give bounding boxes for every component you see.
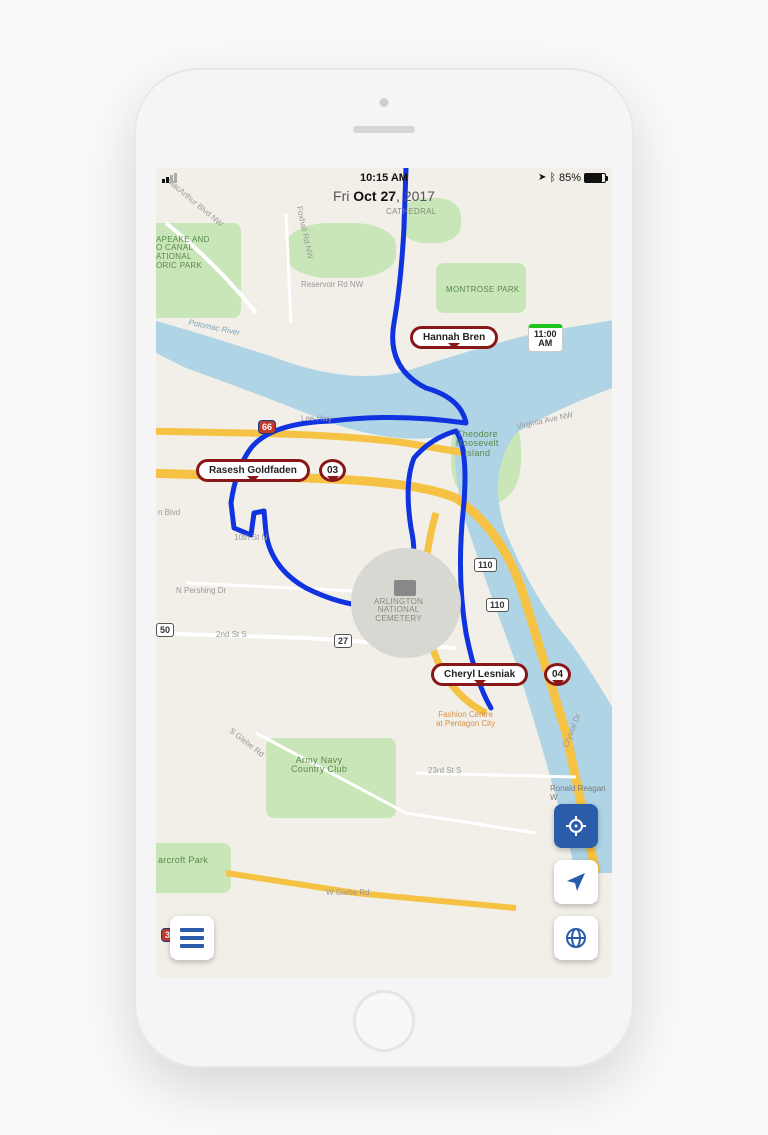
label-cathedral: CATHEDRAL [386, 208, 437, 217]
pin-time-badge[interactable]: 11:00 AM [528, 324, 563, 353]
pin-hannah[interactable]: Hannah Bren [410, 326, 498, 349]
phone-frame: 10:15 AM ➤ ᛒ 85% Fri Oct 27, 2017 [134, 68, 634, 1068]
pin-cheryl[interactable]: Cheryl Lesniak [431, 663, 528, 686]
status-signal [162, 173, 310, 183]
label-roosevelt: Theodore Roosevelt Island [456, 430, 499, 460]
hamburger-icon [180, 928, 204, 948]
shield-i66: 66 [258, 420, 276, 434]
label-barcroft: arcroft Park [158, 856, 208, 866]
label-montrose: Montrose Park [446, 286, 520, 295]
label-tenth: 10th St N [234, 533, 267, 542]
date-prefix: Fri [333, 188, 353, 204]
battery-percent: 85% [559, 172, 581, 184]
status-right: ➤ ᛒ 85% [458, 172, 606, 184]
menu-button[interactable] [170, 916, 214, 960]
label-second: 2nd St S [216, 630, 247, 639]
shield-110b: 110 [486, 598, 509, 612]
phone-speaker [353, 126, 415, 133]
globe-button[interactable] [554, 916, 598, 960]
pin-rasesh[interactable]: Rasesh Goldfaden [196, 459, 310, 482]
label-arlington: ARLINGTON NATIONAL CEMETERY [374, 598, 423, 624]
label-armynavy: Army Navy Country Club [291, 756, 347, 776]
shield-27: 27 [334, 634, 352, 648]
label-wglebe: W Glebe Rd [326, 888, 370, 897]
pin-cheryl-num[interactable]: 04 [544, 663, 571, 686]
label-pershing: N Pershing Dr [176, 586, 226, 595]
cemetery-icon [394, 580, 416, 596]
app-screen[interactable]: 10:15 AM ➤ ᛒ 85% Fri Oct 27, 2017 [156, 168, 612, 978]
globe-icon [564, 926, 588, 950]
label-chesapeake: apeake and o Canal ational oric Park [156, 236, 210, 271]
navigate-button[interactable] [554, 860, 598, 904]
label-nblvd: n Blvd [158, 508, 180, 517]
location-icon: ➤ [538, 172, 546, 183]
crosshair-icon [564, 814, 588, 838]
pin-time-line2: AM [534, 339, 557, 349]
shield-50: 50 [156, 623, 174, 637]
date-main: Oct 27 [353, 188, 396, 204]
pin-rasesh-num[interactable]: 03 [319, 459, 346, 482]
battery-icon [584, 173, 606, 183]
status-time: 10:15 AM [310, 172, 458, 184]
label-23rd: 23rd St S [428, 766, 461, 775]
signal-bars-icon [162, 173, 177, 183]
shield-110a: 110 [474, 558, 497, 572]
label-reservoir: Reservoir Rd NW [301, 280, 363, 289]
label-pentagon: Fashion Centre at Pentagon City [436, 710, 495, 728]
bluetooth-icon: ᛒ [549, 172, 556, 184]
label-reagan: Ronald Reagan W [550, 784, 606, 802]
label-lee: Lee Hwy [301, 414, 332, 423]
date-header[interactable]: Fri Oct 27, 2017 [156, 188, 612, 204]
locate-button[interactable] [554, 804, 598, 848]
arrow-icon [564, 870, 588, 894]
phone-camera [380, 98, 389, 107]
status-bar: 10:15 AM ➤ ᛒ 85% [156, 168, 612, 188]
date-suffix: , 2017 [396, 188, 435, 204]
home-button[interactable] [353, 990, 415, 1052]
